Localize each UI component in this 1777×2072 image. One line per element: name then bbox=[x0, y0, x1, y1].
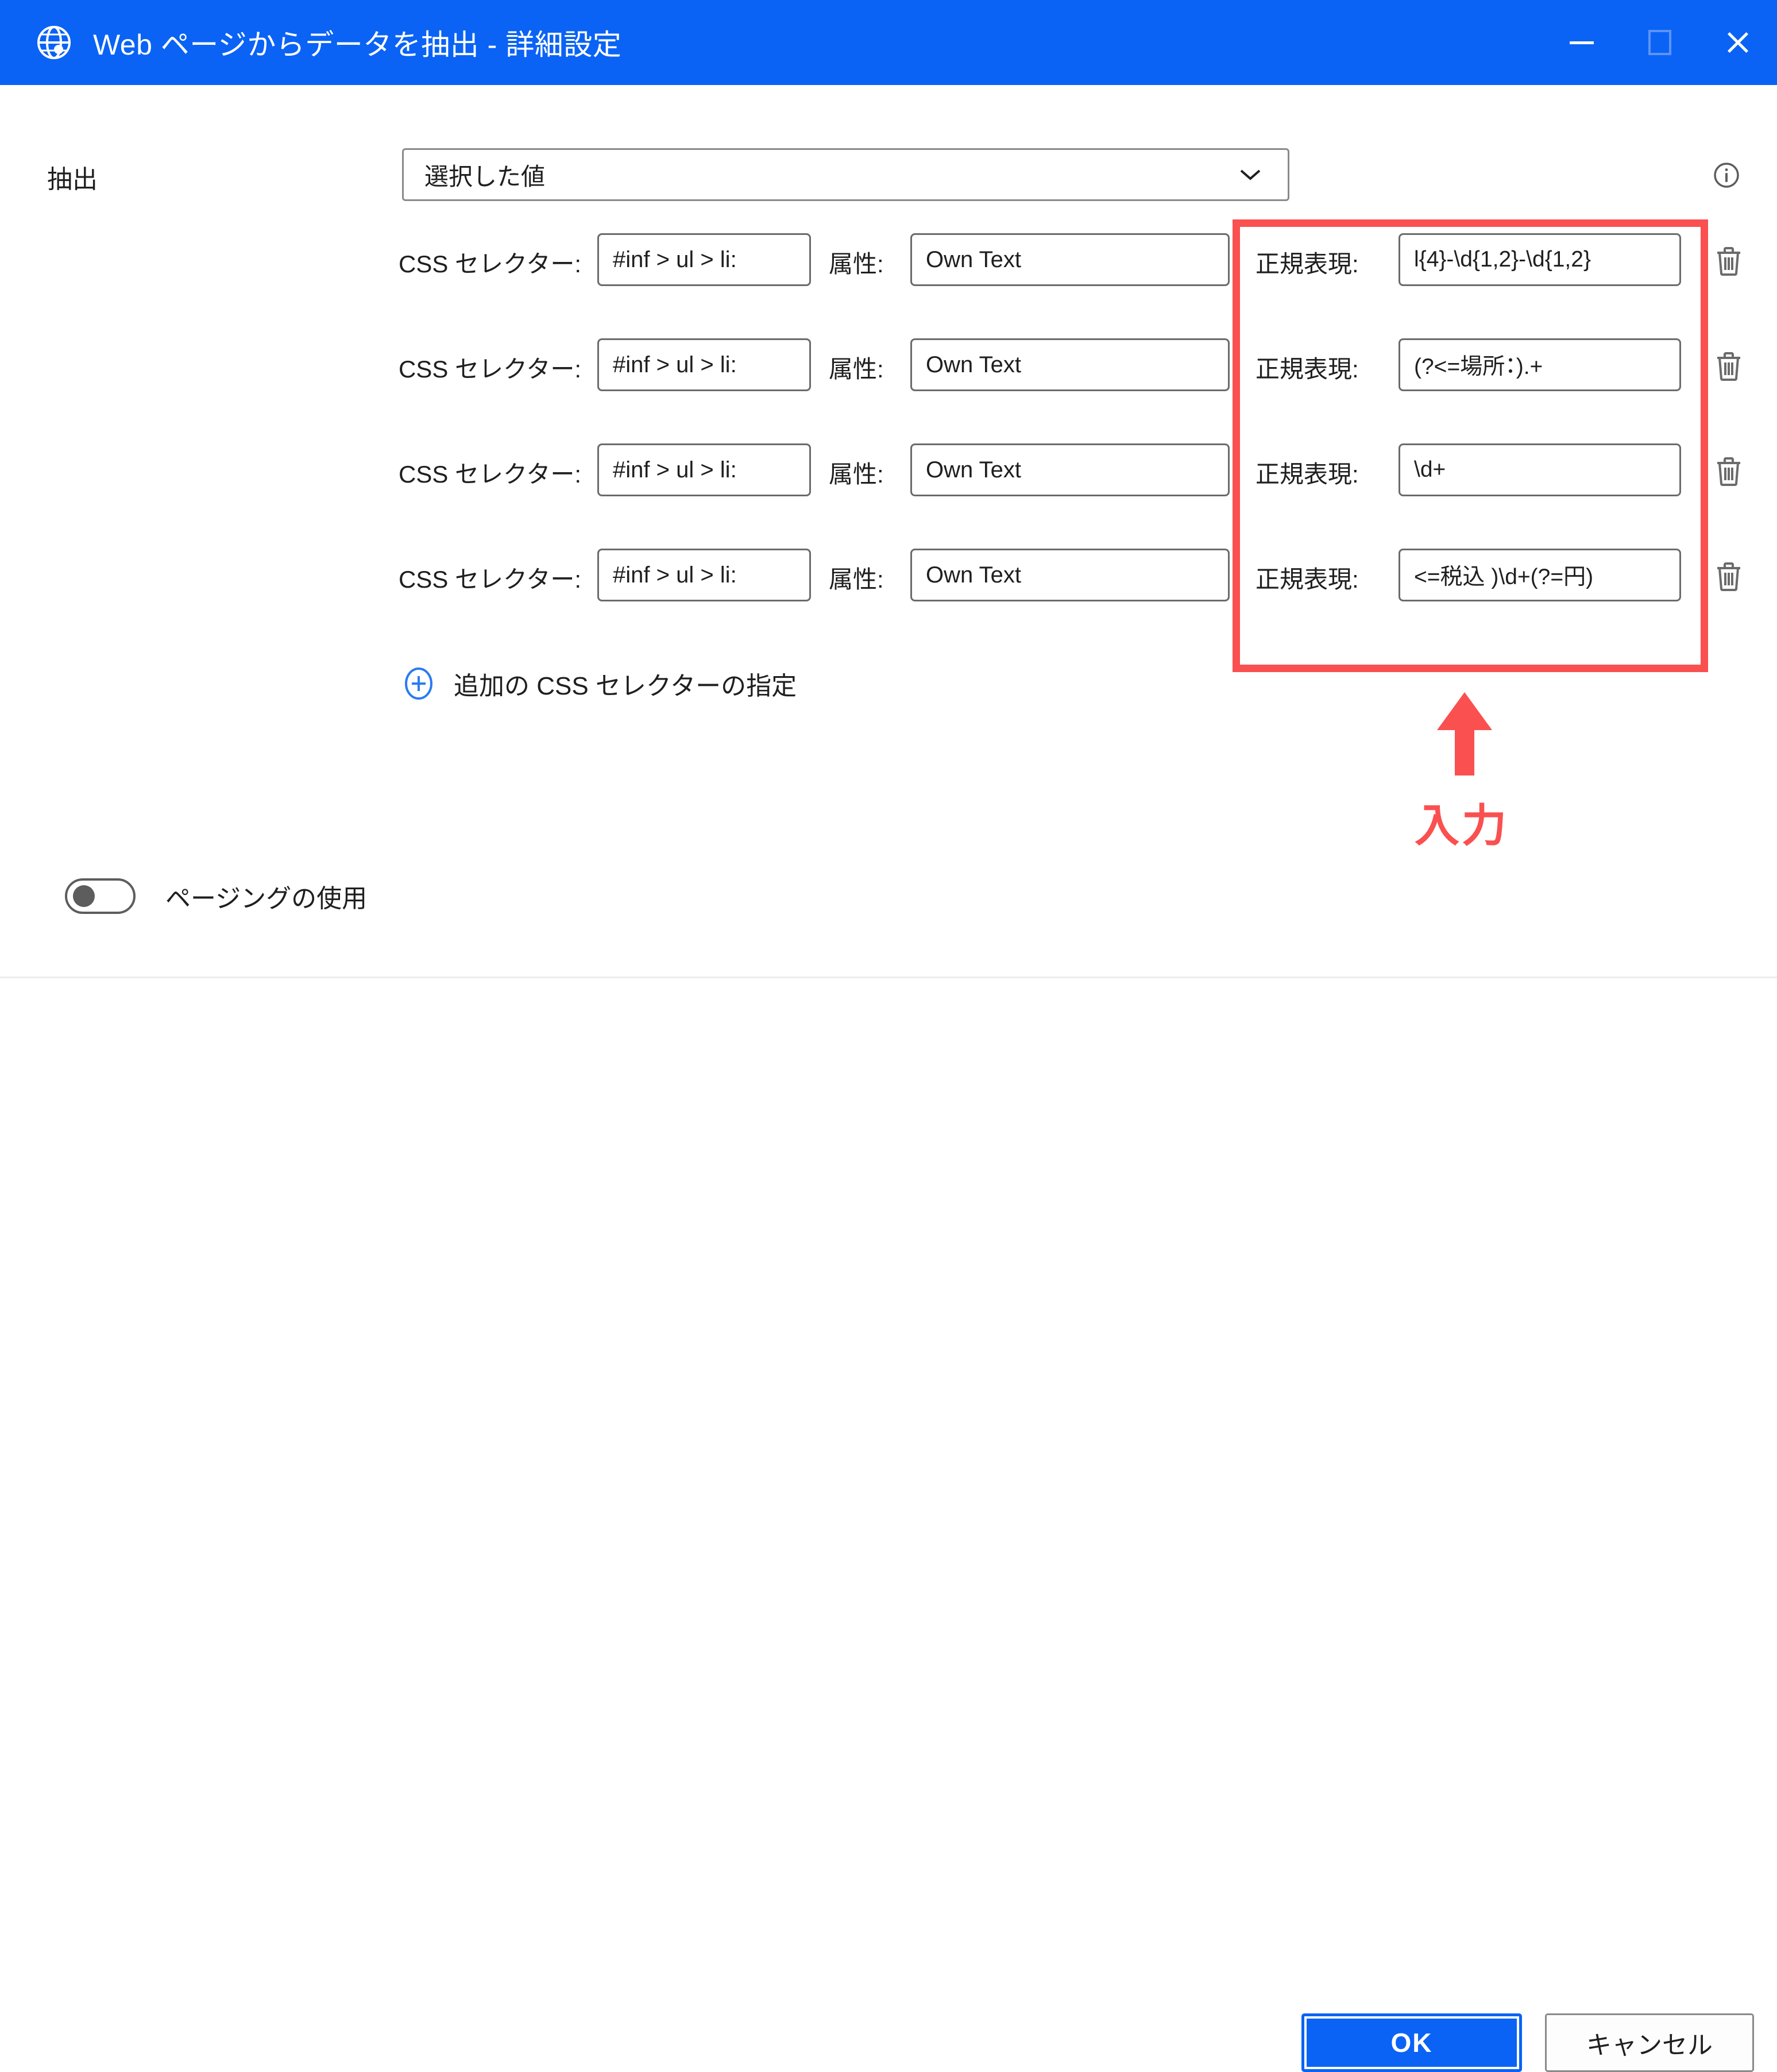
regex-label: 正規表現: bbox=[1256, 250, 1359, 277]
css-selector-value: #inf > ul > li: bbox=[613, 246, 737, 272]
regex-input[interactable]: <=税込 )\d+(?=円) bbox=[1399, 549, 1681, 601]
css-selector-value: #inf > ul > li: bbox=[613, 352, 737, 377]
close-button[interactable] bbox=[1699, 0, 1777, 85]
trash-icon[interactable] bbox=[1713, 245, 1745, 277]
paging-toggle-row[interactable]: ページングの使用 bbox=[65, 878, 367, 915]
attribute-label: 属性: bbox=[829, 461, 884, 488]
attribute-label: 属性: bbox=[829, 250, 884, 277]
css-selector-label: CSS セレクター: bbox=[399, 356, 582, 383]
attribute-input[interactable]: Own Text bbox=[910, 338, 1230, 391]
regex-value: l{4}-\d{1,2}-\d{1,2} bbox=[1414, 247, 1591, 272]
extract-mode-value: 選択した値 bbox=[424, 163, 546, 190]
regex-label: 正規表現: bbox=[1256, 566, 1359, 593]
table-row: CSS セレクター: #inf > ul > li: 属性: Own Text … bbox=[0, 233, 1777, 286]
globe-icon bbox=[36, 24, 72, 61]
ok-button[interactable]: OK bbox=[1301, 2013, 1522, 2072]
attribute-value: Own Text bbox=[926, 457, 1021, 483]
window-title: Web ページからデータを抽出 - 詳細設定 bbox=[93, 29, 622, 61]
css-selector-label: CSS セレクター: bbox=[399, 250, 582, 277]
attribute-input[interactable]: Own Text bbox=[910, 233, 1230, 286]
regex-value: \d+ bbox=[1414, 457, 1446, 482]
title-bar-left: Web ページからデータを抽出 - 詳細設定 bbox=[0, 22, 1543, 63]
add-css-selector-link[interactable]: 追加の CSS セレクターの指定 bbox=[402, 665, 797, 702]
table-row: CSS セレクター: #inf > ul > li: 属性: Own Text … bbox=[0, 549, 1777, 601]
table-row: CSS セレクター: #inf > ul > li: 属性: Own Text … bbox=[0, 338, 1777, 391]
maximize-icon bbox=[1648, 30, 1671, 55]
css-selector-value: #inf > ul > li: bbox=[613, 457, 737, 483]
title-bar: Web ページからデータを抽出 - 詳細設定 bbox=[0, 0, 1777, 85]
info-icon[interactable] bbox=[1713, 162, 1740, 188]
arrow-up-icon bbox=[1433, 692, 1496, 775]
css-selector-label: CSS セレクター: bbox=[399, 566, 582, 593]
extract-label: 抽出 bbox=[47, 165, 98, 194]
close-icon bbox=[1725, 29, 1751, 56]
attribute-label: 属性: bbox=[829, 566, 884, 593]
attribute-value: Own Text bbox=[926, 562, 1021, 588]
css-selector-input[interactable]: #inf > ul > li: bbox=[597, 233, 811, 286]
cancel-button-label: キャンセル bbox=[1586, 2031, 1713, 2059]
trash-icon[interactable] bbox=[1713, 455, 1745, 487]
css-selector-input[interactable]: #inf > ul > li: bbox=[597, 443, 811, 496]
css-selector-label: CSS セレクター: bbox=[399, 461, 582, 488]
maximize-button[interactable] bbox=[1621, 0, 1699, 85]
attribute-label: 属性: bbox=[829, 356, 884, 383]
footer-bar: OK キャンセル bbox=[0, 978, 1777, 2072]
trash-icon[interactable] bbox=[1713, 350, 1745, 382]
toggle-knob bbox=[73, 885, 95, 907]
regex-label: 正規表現: bbox=[1256, 356, 1359, 383]
attribute-value: Own Text bbox=[926, 246, 1021, 272]
css-selector-input[interactable]: #inf > ul > li: bbox=[597, 549, 811, 601]
ok-button-label: OK bbox=[1390, 2028, 1433, 2058]
add-css-selector-label: 追加の CSS セレクターの指定 bbox=[454, 672, 797, 700]
css-selector-value: #inf > ul > li: bbox=[613, 562, 737, 588]
minimize-button[interactable] bbox=[1543, 0, 1621, 85]
table-row: CSS セレクター: #inf > ul > li: 属性: Own Text … bbox=[0, 443, 1777, 496]
regex-input[interactable]: \d+ bbox=[1399, 443, 1681, 496]
regex-value: (?<=場所：).+ bbox=[1414, 354, 1543, 379]
paging-toggle-label: ページングの使用 bbox=[165, 885, 368, 913]
plus-circle-icon bbox=[402, 667, 435, 700]
annotation-label: 入力 bbox=[1415, 800, 1509, 851]
regex-value: <=税込 )\d+(?=円) bbox=[1414, 565, 1594, 589]
trash-icon[interactable] bbox=[1713, 560, 1745, 592]
paging-toggle-switch[interactable] bbox=[65, 878, 136, 914]
regex-input[interactable]: (?<=場所：).+ bbox=[1399, 338, 1681, 391]
dialog-body bbox=[0, 85, 1777, 977]
css-selector-input[interactable]: #inf > ul > li: bbox=[597, 338, 811, 391]
attribute-input[interactable]: Own Text bbox=[910, 443, 1230, 496]
chevron-down-icon bbox=[1230, 168, 1270, 182]
regex-label: 正規表現: bbox=[1256, 461, 1359, 488]
attribute-value: Own Text bbox=[926, 352, 1021, 377]
regex-input[interactable]: l{4}-\d{1,2}-\d{1,2} bbox=[1399, 233, 1681, 286]
extract-mode-dropdown[interactable]: 選択した値 bbox=[402, 148, 1289, 201]
cancel-button[interactable]: キャンセル bbox=[1545, 2013, 1754, 2072]
window-controls bbox=[1543, 0, 1777, 85]
attribute-input[interactable]: Own Text bbox=[910, 549, 1230, 601]
minimize-icon bbox=[1570, 41, 1594, 44]
